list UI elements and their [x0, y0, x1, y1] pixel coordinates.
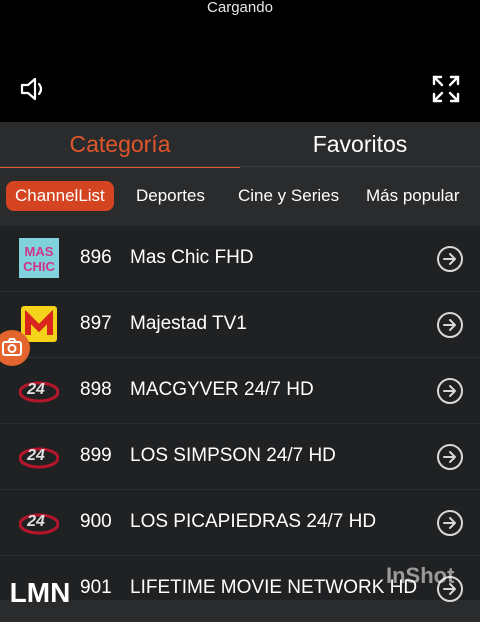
subtab-channellist[interactable]: ChannelList — [6, 181, 114, 211]
camera-icon — [2, 338, 22, 356]
volume-icon[interactable] — [18, 74, 48, 104]
lmn-logo: LMN — [10, 577, 70, 608]
loading-status: Cargando — [207, 0, 273, 16]
svg-text:CHIC: CHIC — [23, 259, 55, 274]
24-7-logo: 24 — [19, 513, 59, 535]
channel-name: Mas Chic FHD — [130, 247, 254, 268]
subtab-mas-popular[interactable]: Más popular — [366, 181, 460, 211]
arrow-right-circle-icon[interactable] — [436, 311, 464, 339]
channel-number: 896 — [80, 247, 112, 268]
svg-text:MAS: MAS — [25, 244, 54, 259]
channel-row[interactable]: 24 900 LOS PICAPIEDRAS 24/7 HD — [0, 490, 480, 556]
channel-name: MACGYVER 24/7 HD — [130, 379, 314, 400]
channel-row[interactable]: 897 Majestad TV1 — [0, 292, 480, 358]
arrow-right-circle-icon[interactable] — [436, 245, 464, 273]
svg-text:24: 24 — [26, 513, 45, 530]
channel-name: Majestad TV1 — [130, 313, 247, 334]
tab-categoria[interactable]: Categoría — [0, 122, 240, 168]
fullscreen-icon[interactable] — [431, 74, 461, 104]
watermark: InShot — [386, 563, 455, 588]
channel-number: 899 — [80, 445, 112, 466]
subtab-cine-y-series[interactable]: Cine y Series — [238, 181, 339, 211]
24-7-logo: 24 — [19, 381, 59, 403]
screenshot-button[interactable] — [0, 330, 30, 366]
arrow-right-circle-icon[interactable] — [436, 509, 464, 537]
svg-text:24: 24 — [26, 447, 45, 464]
subtab-deportes[interactable]: Deportes — [136, 181, 205, 211]
channel-row[interactable]: MAS CHIC 896 Mas Chic FHD — [0, 226, 480, 292]
main-tabs: Categoría Favoritos — [0, 122, 480, 168]
channel-number: 898 — [80, 379, 112, 400]
arrow-right-circle-icon[interactable] — [436, 377, 464, 405]
tab-divider — [0, 166, 480, 167]
channel-row[interactable]: 24 899 LOS SIMPSON 24/7 HD — [0, 424, 480, 490]
maschic-logo: MAS CHIC — [19, 238, 59, 278]
arrow-right-circle-icon[interactable] — [436, 443, 464, 471]
channel-number: 901 — [80, 577, 112, 598]
svg-text:24: 24 — [26, 381, 45, 398]
video-player[interactable]: Cargando — [0, 0, 480, 122]
channel-name: LIFETIME MOVIE NETWORK HD — [130, 577, 418, 598]
tab-favoritos[interactable]: Favoritos — [240, 122, 480, 168]
channel-list: MAS CHIC 896 Mas Chic FHD 897 Majestad T… — [0, 226, 480, 622]
category-tabs: ChannelList Deportes Cine y Series Más p… — [0, 168, 480, 226]
channel-name: LOS SIMPSON 24/7 HD — [130, 445, 336, 466]
channel-name: LOS PICAPIEDRAS 24/7 HD — [130, 511, 377, 532]
channel-number: 897 — [80, 313, 112, 334]
24-7-logo: 24 — [19, 447, 59, 469]
channel-row[interactable]: 24 898 MACGYVER 24/7 HD — [0, 358, 480, 424]
channel-number: 900 — [80, 511, 112, 532]
svg-text:LMN: LMN — [10, 577, 70, 608]
